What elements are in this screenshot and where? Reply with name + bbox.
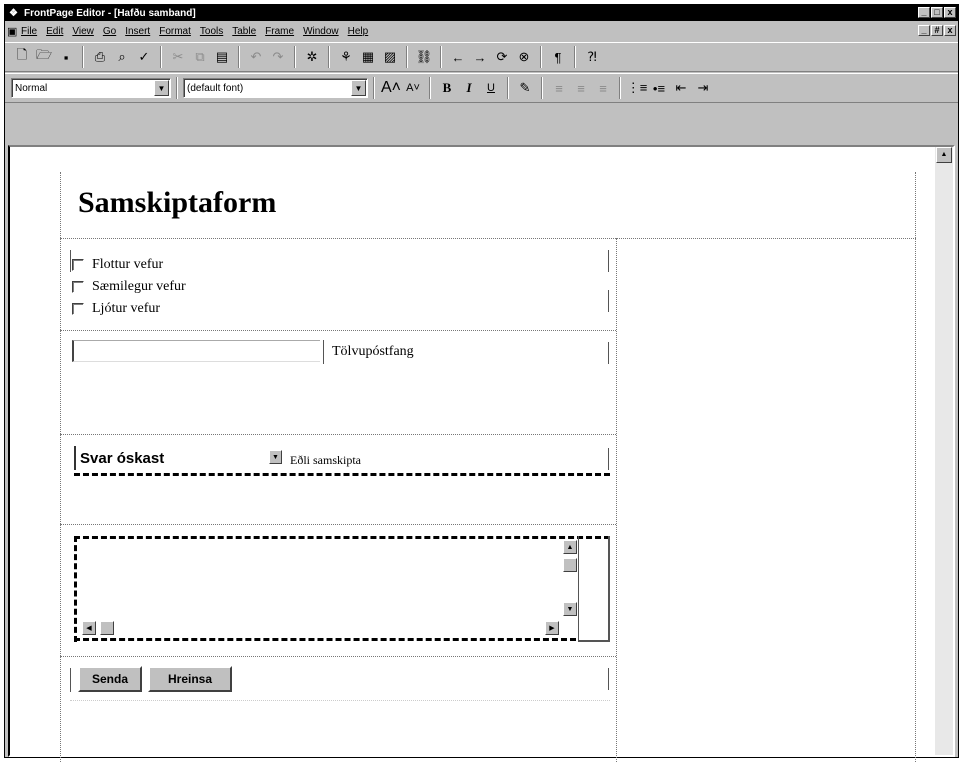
menu-bar: ▣ File Edit View Go Insert Format Tools … <box>5 22 958 41</box>
bulleted-list-icon[interactable]: •≡ <box>648 77 670 99</box>
scroll-up-icon[interactable]: ▲ <box>563 540 577 554</box>
checkbox-label: Flottur vefur <box>92 257 164 272</box>
doc-close-button[interactable]: x <box>944 25 956 36</box>
doc-minimize-button[interactable]: _ <box>918 25 930 36</box>
paste-icon[interactable]: ▤ <box>211 46 233 68</box>
menu-file[interactable]: File <box>21 26 37 37</box>
align-right-icon[interactable]: ≡ <box>592 77 614 99</box>
email-label: Tölvupóstfang <box>332 344 414 359</box>
chevron-down-icon[interactable]: ▼ <box>154 80 169 96</box>
form-field-icon[interactable]: ⚘ <box>335 46 357 68</box>
chevron-down-icon[interactable]: ▼ <box>351 80 366 96</box>
doc-restore-button[interactable]: # <box>931 25 943 36</box>
vertical-scrollbar[interactable]: ▲ <box>935 147 953 755</box>
stop-icon[interactable]: ⊗ <box>513 46 535 68</box>
document-icon[interactable]: ▣ <box>7 25 21 38</box>
decrease-font-size-icon[interactable]: A˅ <box>402 77 424 99</box>
menu-view[interactable]: View <box>72 26 94 37</box>
font-dropdown[interactable]: (default font) ▼ <box>183 78 368 98</box>
maximize-button[interactable]: □ <box>931 7 943 18</box>
checkbox-row: Flottur vefur <box>72 257 163 273</box>
horizontal-scroll-thumb[interactable] <box>100 621 114 635</box>
refresh-icon[interactable]: ⟳ <box>491 46 513 68</box>
minimize-button[interactable]: _ <box>918 7 930 18</box>
align-center-icon[interactable]: ≡ <box>570 77 592 99</box>
open-icon[interactable]: 🗁 <box>33 46 55 68</box>
subject-select[interactable]: Svar óskast ▼ <box>74 446 284 470</box>
menu-edit[interactable]: Edit <box>46 26 63 37</box>
checkbox-label: Sæmilegur vefur <box>92 279 186 294</box>
checkbox-row: Ljótur vefur <box>72 301 160 317</box>
text-color-icon[interactable]: ✎ <box>514 77 536 99</box>
menu-go[interactable]: Go <box>103 26 116 37</box>
table-icon[interactable]: ▦ <box>357 46 379 68</box>
back-icon[interactable]: ← <box>447 46 469 68</box>
paragraph-icon[interactable]: ¶ <box>547 46 569 68</box>
bold-button[interactable]: B <box>436 77 458 99</box>
app-icon: ❖ <box>9 7 18 19</box>
webbot-icon[interactable]: ✲ <box>301 46 323 68</box>
style-dropdown[interactable]: Normal ▼ <box>11 78 171 98</box>
menu-window[interactable]: Window <box>303 26 339 37</box>
window-title: FrontPage Editor - [Hafðu samband] <box>24 7 196 19</box>
scroll-right-icon[interactable]: ▶ <box>545 621 559 635</box>
page-title: Samskiptaform <box>78 186 277 219</box>
menu-insert[interactable]: Insert <box>125 26 150 37</box>
submit-button[interactable]: Senda <box>78 666 142 692</box>
format-toolbar: Normal ▼ (default font) ▼ A˄ A˅ B I U ✎ … <box>5 73 958 103</box>
menu-format[interactable]: Format <box>159 26 191 37</box>
undo-icon[interactable]: ↶ <box>245 46 267 68</box>
print-preview-icon[interactable]: ⌕ <box>111 46 133 68</box>
menu-help[interactable]: Help <box>348 26 369 37</box>
copy-icon[interactable]: ⧉ <box>189 46 211 68</box>
checkbox-ljotur[interactable] <box>72 303 84 315</box>
help-icon[interactable]: ⁈ <box>581 46 603 68</box>
font-dropdown-value: (default font) <box>187 82 244 94</box>
redo-icon[interactable]: ↷ <box>267 46 289 68</box>
page-editor-area[interactable]: ▲ Samskiptaform Flottur vefur Sæmilegur … <box>8 145 955 762</box>
chevron-down-icon[interactable]: ▼ <box>269 450 282 464</box>
scroll-up-icon[interactable]: ▲ <box>936 147 952 163</box>
menu-frame[interactable]: Frame <box>265 26 294 37</box>
align-left-icon[interactable]: ≡ <box>548 77 570 99</box>
checkbox-saemilegur[interactable] <box>72 281 84 293</box>
checkbox-flottur[interactable] <box>72 259 84 271</box>
print-icon[interactable]: ⎙ <box>89 46 111 68</box>
subject-label: Eðli samskipta <box>290 453 361 467</box>
scroll-down-icon[interactable]: ▼ <box>563 602 577 616</box>
increase-font-size-icon[interactable]: A˄ <box>380 77 402 99</box>
subject-select-value: Svar óskast <box>80 449 165 467</box>
document-window-controls: _ # x <box>918 25 956 36</box>
scroll-left-icon[interactable]: ◀ <box>82 621 96 635</box>
editor-window: ❖ FrontPage Editor - [Hafðu samband] _ □… <box>4 4 959 762</box>
standard-toolbar: 🗋 🗁 ▪ ⎙ ⌕ ✓ ✂ ⧉ ▤ ↶ ↷ ✲ ⚘ ▦ ▨ ⛓ ← → ⟳ ⊗ … <box>5 42 958 72</box>
title-bar: ❖ FrontPage Editor - [Hafðu samband] _ □… <box>5 5 958 21</box>
window-controls: _ □ x <box>918 7 956 18</box>
message-textarea[interactable] <box>78 540 575 636</box>
checkbox-row: Sæmilegur vefur <box>72 279 186 295</box>
email-field[interactable] <box>72 340 320 362</box>
numbered-list-icon[interactable]: ⋮≡ <box>626 77 648 99</box>
page-canvas: Samskiptaform Flottur vefur Sæmilegur ve… <box>60 172 917 772</box>
reset-button[interactable]: Hreinsa <box>148 666 232 692</box>
underline-button[interactable]: U <box>480 77 502 99</box>
increase-indent-icon[interactable]: ⇥ <box>692 77 714 99</box>
decrease-indent-icon[interactable]: ⇤ <box>670 77 692 99</box>
menu-table[interactable]: Table <box>232 26 256 37</box>
close-button[interactable]: x <box>944 7 956 18</box>
checkbox-label: Ljótur vefur <box>92 301 161 316</box>
forward-icon[interactable]: → <box>469 46 491 68</box>
cut-icon[interactable]: ✂ <box>167 46 189 68</box>
spelling-icon[interactable]: ✓ <box>133 46 155 68</box>
save-icon[interactable]: ▪ <box>55 46 77 68</box>
style-dropdown-value: Normal <box>15 82 48 94</box>
scroll-thumb[interactable] <box>563 558 577 572</box>
menu-tools[interactable]: Tools <box>200 26 223 37</box>
link-icon[interactable]: ⛓ <box>413 46 435 68</box>
new-icon[interactable]: 🗋 <box>11 46 33 68</box>
image-icon[interactable]: ▨ <box>379 46 401 68</box>
italic-button[interactable]: I <box>458 77 480 99</box>
